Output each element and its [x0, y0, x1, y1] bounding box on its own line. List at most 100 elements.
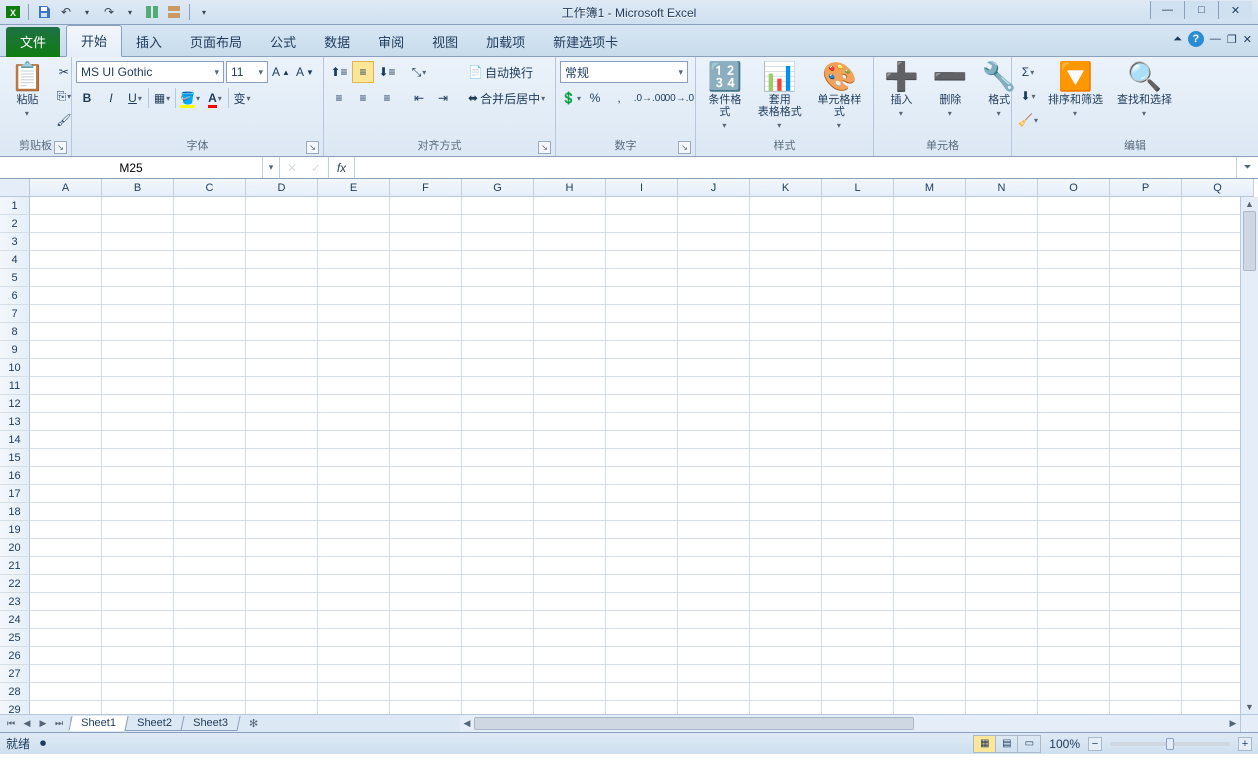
cell[interactable] [246, 197, 318, 215]
cell[interactable] [30, 647, 102, 665]
cell[interactable] [1038, 233, 1110, 251]
cell[interactable] [606, 251, 678, 269]
cell[interactable] [1110, 647, 1182, 665]
cell[interactable] [102, 197, 174, 215]
cell[interactable] [1110, 503, 1182, 521]
row-header[interactable]: 9 [0, 341, 30, 359]
zoom-level[interactable]: 100% [1049, 737, 1080, 751]
cell[interactable] [462, 593, 534, 611]
column-header[interactable]: G [462, 179, 534, 197]
cell[interactable] [606, 539, 678, 557]
cell[interactable] [30, 197, 102, 215]
cell[interactable] [534, 269, 606, 287]
cell[interactable] [1038, 575, 1110, 593]
fx-icon[interactable]: fx [329, 157, 355, 178]
percent-icon[interactable]: % [584, 87, 606, 109]
cell[interactable] [462, 539, 534, 557]
cell[interactable] [894, 539, 966, 557]
cell[interactable] [174, 431, 246, 449]
cell[interactable] [102, 287, 174, 305]
cell[interactable] [174, 539, 246, 557]
cell[interactable] [894, 629, 966, 647]
cell[interactable] [966, 575, 1038, 593]
column-header[interactable]: P [1110, 179, 1182, 197]
cell[interactable] [1038, 449, 1110, 467]
cell[interactable] [1038, 539, 1110, 557]
cell[interactable] [318, 611, 390, 629]
cell[interactable] [174, 359, 246, 377]
redo-icon[interactable]: ↷ [100, 3, 118, 21]
currency-icon[interactable]: 💲▾ [560, 87, 582, 109]
cell[interactable] [30, 485, 102, 503]
cell[interactable] [606, 467, 678, 485]
cell[interactable] [822, 485, 894, 503]
scroll-up-icon[interactable]: ▲ [1241, 197, 1258, 211]
cell[interactable] [246, 359, 318, 377]
column-header[interactable]: A [30, 179, 102, 197]
autosum-icon[interactable]: Σ▾ [1016, 61, 1040, 83]
zoom-out-button[interactable]: − [1088, 737, 1102, 751]
column-header[interactable]: M [894, 179, 966, 197]
row-header[interactable]: 2 [0, 215, 30, 233]
cell[interactable] [318, 683, 390, 701]
qat-btn-1[interactable] [143, 3, 161, 21]
cell[interactable] [390, 305, 462, 323]
cell[interactable] [390, 449, 462, 467]
cell[interactable] [246, 323, 318, 341]
cell[interactable] [102, 251, 174, 269]
cell[interactable] [678, 341, 750, 359]
align-top-icon[interactable]: ⬆≡ [328, 61, 350, 83]
cell[interactable] [606, 629, 678, 647]
cell[interactable] [1110, 197, 1182, 215]
cell[interactable] [462, 503, 534, 521]
border-icon[interactable]: ▦▾ [151, 87, 173, 109]
vertical-scroll-thumb[interactable] [1243, 211, 1256, 271]
cell[interactable] [318, 323, 390, 341]
row-header[interactable]: 4 [0, 251, 30, 269]
cell[interactable] [678, 485, 750, 503]
cell[interactable] [318, 359, 390, 377]
cell[interactable] [102, 341, 174, 359]
cell[interactable] [966, 197, 1038, 215]
cell[interactable] [606, 665, 678, 683]
cell[interactable] [30, 503, 102, 521]
cell[interactable] [678, 377, 750, 395]
cell[interactable] [750, 449, 822, 467]
cell[interactable] [390, 413, 462, 431]
cell[interactable] [606, 593, 678, 611]
cell[interactable] [1038, 431, 1110, 449]
cell[interactable] [1038, 269, 1110, 287]
view-normal-icon[interactable]: ▦ [974, 736, 996, 752]
cell[interactable] [534, 413, 606, 431]
cell[interactable] [534, 575, 606, 593]
increase-decimal-icon[interactable]: .0→.00 [637, 87, 663, 109]
cell[interactable] [1110, 341, 1182, 359]
cell[interactable] [606, 683, 678, 701]
cell[interactable] [30, 233, 102, 251]
tab-data[interactable]: 数据 [310, 27, 364, 57]
cell[interactable] [966, 413, 1038, 431]
cell[interactable] [174, 287, 246, 305]
cell[interactable] [606, 575, 678, 593]
cell[interactable] [822, 395, 894, 413]
cell[interactable] [246, 305, 318, 323]
cell[interactable] [894, 503, 966, 521]
cell[interactable] [30, 251, 102, 269]
cell[interactable] [246, 251, 318, 269]
cell[interactable] [822, 233, 894, 251]
cell[interactable] [894, 359, 966, 377]
column-header[interactable]: B [102, 179, 174, 197]
row-header[interactable]: 1 [0, 197, 30, 215]
cell[interactable] [966, 233, 1038, 251]
cell[interactable] [894, 521, 966, 539]
row-header[interactable]: 18 [0, 503, 30, 521]
cell[interactable] [606, 305, 678, 323]
cell[interactable] [822, 611, 894, 629]
cell[interactable] [678, 683, 750, 701]
cell[interactable] [1110, 611, 1182, 629]
cell[interactable] [606, 557, 678, 575]
align-center-icon[interactable]: ≡ [352, 87, 374, 109]
cell[interactable] [606, 485, 678, 503]
cell[interactable] [1110, 323, 1182, 341]
cell[interactable] [102, 359, 174, 377]
